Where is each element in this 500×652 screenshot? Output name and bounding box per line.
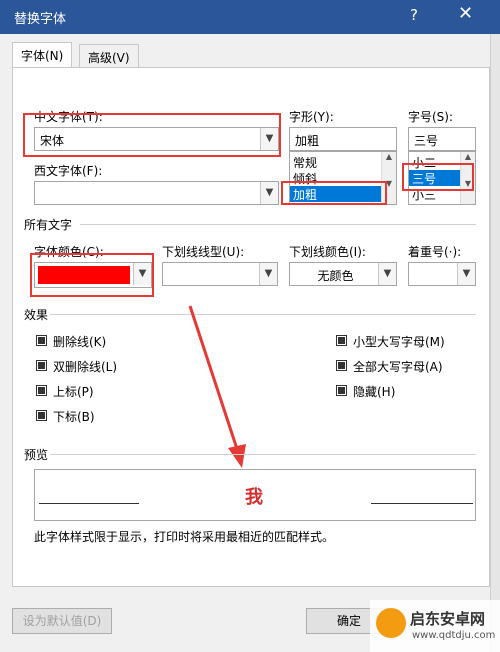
highlight-style — [281, 181, 387, 205]
all-text-section-title: 所有文字 — [24, 218, 73, 232]
dialog-title: 替换字体 — [14, 12, 67, 27]
watermark-title: 启东安卓网 — [410, 610, 486, 628]
tab-advanced[interactable]: 高级(V) — [79, 44, 139, 68]
watermark-url: www.qdtdju.com — [412, 630, 496, 641]
style-value: 加粗 — [295, 134, 320, 148]
tab-font[interactable]: 字体(N) — [12, 42, 73, 68]
tab-font-label: 字体(N) — [21, 49, 64, 63]
style-label: 字形(Y): — [289, 110, 334, 124]
superscript-label: 上标(P) — [53, 385, 94, 399]
underline-color-value: 无颜色 — [317, 269, 354, 283]
western-font-select[interactable] — [34, 181, 279, 205]
help-button[interactable]: ? — [410, 6, 418, 24]
preview-sample-text: 我 — [245, 487, 263, 508]
preview-line-left — [39, 503, 139, 504]
style-input[interactable]: 加粗 — [289, 127, 397, 151]
superscript-checkbox[interactable] — [36, 385, 47, 396]
preview-section-title: 预览 — [24, 448, 49, 462]
title-bar: 替换字体 ? ✕ — [0, 0, 500, 34]
double-strikethrough-label: 双删除线(L) — [53, 360, 118, 374]
hidden-label: 隐藏(H) — [353, 385, 396, 399]
chevron-down-icon[interactable]: ▼ — [259, 263, 277, 285]
divider — [50, 454, 476, 455]
subscript-checkbox[interactable] — [36, 410, 47, 421]
divider — [80, 224, 476, 225]
strikethrough-label: 删除线(K) — [53, 335, 107, 349]
subscript-label: 下标(B) — [53, 410, 95, 424]
highlight-size — [402, 163, 474, 191]
small-caps-label: 小型大写字母(M) — [353, 335, 445, 349]
preview-line-right — [371, 503, 473, 504]
effects-section-title: 效果 — [24, 308, 49, 322]
underline-style-label: 下划线线型(U): — [162, 245, 245, 259]
small-caps-checkbox[interactable] — [336, 335, 347, 346]
tab-advanced-label: 高级(V) — [88, 51, 130, 65]
strikethrough-checkbox[interactable] — [36, 335, 47, 346]
highlight-font-color — [30, 253, 154, 297]
emphasis-mark-label: 着重号(·): — [408, 245, 462, 259]
divider — [50, 314, 476, 315]
chevron-down-icon[interactable]: ▼ — [260, 182, 278, 204]
watermark: 启东安卓网 www.qdtdju.com — [370, 600, 500, 652]
size-input[interactable]: 三号 — [408, 127, 476, 151]
set-default-button[interactable]: 设为默认值(D) — [12, 608, 112, 634]
size-value: 三号 — [414, 134, 439, 148]
double-strikethrough-checkbox[interactable] — [36, 360, 47, 371]
preview-note: 此字体样式限于显示，打印时将采用最相近的匹配样式。 — [34, 530, 335, 544]
annotation-arrow — [188, 305, 246, 468]
underline-color-label: 下划线颜色(I): — [289, 245, 366, 259]
chevron-down-icon[interactable]: ▼ — [457, 263, 475, 285]
size-label: 字号(S): — [408, 110, 454, 124]
close-button[interactable]: ✕ — [458, 3, 473, 24]
hidden-checkbox[interactable] — [336, 385, 347, 396]
watermark-logo-icon — [376, 608, 406, 638]
background-window-edge — [490, 34, 500, 652]
chevron-down-icon[interactable]: ▼ — [378, 263, 396, 285]
all-caps-checkbox[interactable] — [336, 360, 347, 371]
western-font-label: 西文字体(F): — [34, 164, 103, 178]
highlight-chinese-font — [23, 113, 281, 157]
all-caps-label: 全部大写字母(A) — [353, 360, 443, 374]
preview-box: 我 — [34, 469, 476, 521]
